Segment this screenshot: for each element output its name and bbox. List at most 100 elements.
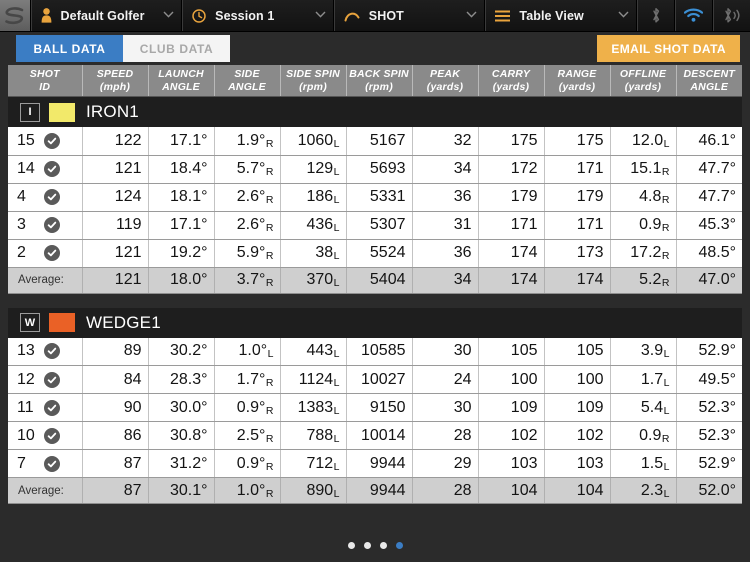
column-header-5[interactable]: BACK SPIN (rpm) bbox=[346, 65, 413, 97]
shot-id-cell[interactable]: 4 bbox=[8, 183, 83, 212]
club-badge: I bbox=[20, 102, 40, 122]
table-row[interactable]: 3 119 17.1° 2.6°R 436L 5307 31 171 171 0.9R 45.3° bbox=[8, 211, 742, 240]
shot-selected-icon[interactable] bbox=[44, 161, 60, 177]
direction-suffix: R bbox=[265, 460, 274, 473]
page-dot-0[interactable] bbox=[347, 541, 355, 549]
page-dot-3[interactable] bbox=[395, 541, 403, 549]
clock-icon bbox=[192, 8, 206, 23]
chevron-down-icon[interactable] bbox=[610, 10, 629, 21]
shot-id-cell[interactable]: 3 bbox=[8, 211, 83, 240]
shot-id-cell[interactable]: 14 bbox=[8, 155, 83, 184]
shot-id-cell[interactable]: 13 bbox=[8, 337, 83, 366]
wifi-icon[interactable] bbox=[675, 0, 714, 31]
shot-id: 7 bbox=[17, 454, 26, 472]
shot-id-cell[interactable]: 11 bbox=[8, 393, 83, 422]
direction-suffix: L bbox=[663, 460, 670, 473]
direction-suffix: R bbox=[661, 432, 670, 445]
shot-selected-icon[interactable] bbox=[44, 189, 60, 205]
table-row[interactable]: 4 124 18.1° 2.6°R 186L 5331 36 179 179 4.8R 47.7° bbox=[8, 183, 742, 212]
chevron-down-icon[interactable] bbox=[458, 10, 477, 21]
header-line1: DESCENT bbox=[683, 68, 736, 80]
shot-table-container[interactable]: SHOT ID SPEED (mph) LAUNCH ANGLE SIDE ANGLE SIDE… bbox=[8, 65, 742, 528]
table-row[interactable]: 10 86 30.8° 2.5°R 788L 10014 28 102 102 0.9R 52.3° bbox=[8, 421, 742, 450]
column-header-3[interactable]: SIDE ANGLE bbox=[214, 65, 281, 97]
offline-cell: 4.8R bbox=[610, 183, 677, 212]
column-header-9[interactable]: OFFLINE (yards) bbox=[610, 65, 677, 97]
page-dot-1[interactable] bbox=[363, 541, 371, 549]
email-shot-data-button[interactable]: EMAIL SHOT DATA bbox=[597, 35, 740, 62]
launch-angle-cell: 18.1° bbox=[148, 183, 215, 212]
column-header-6[interactable]: PEAK (yards) bbox=[412, 65, 479, 97]
header-line2: (mph) bbox=[99, 80, 131, 93]
direction-suffix: L bbox=[333, 376, 340, 389]
shot-selected-icon[interactable] bbox=[44, 399, 60, 416]
peak-cell: 36 bbox=[412, 183, 479, 212]
column-header-8[interactable]: RANGE (yards) bbox=[544, 65, 611, 97]
shot-selected-icon[interactable] bbox=[44, 371, 60, 388]
column-header-10[interactable]: DESCENT ANGLE bbox=[676, 65, 742, 97]
table-row[interactable]: 13 89 30.2° 1.0°L 443L 10585 30 105 105 3.9L 52.9° bbox=[8, 337, 742, 366]
shot-selected-icon[interactable] bbox=[44, 455, 60, 472]
direction-suffix: R bbox=[265, 250, 274, 262]
shot-selected-icon[interactable] bbox=[44, 343, 60, 360]
shot-id-cell[interactable]: 2 bbox=[8, 239, 83, 268]
page-indicator[interactable] bbox=[347, 541, 403, 549]
shot-id: 14 bbox=[17, 160, 35, 177]
table-row[interactable]: 15 122 17.1° 1.9°R 1060L 5167 32 175 175 12.0L 46.… bbox=[8, 127, 742, 156]
view-selector[interactable]: Table View bbox=[485, 0, 638, 31]
shot-id-cell[interactable]: 7 bbox=[8, 449, 83, 478]
tab-ball-data[interactable]: BALL DATA bbox=[16, 35, 123, 62]
table-row[interactable]: 14 121 18.4° 5.7°R 129L 5693 34 172 171 15.1R 47.7… bbox=[8, 155, 742, 184]
app-logo[interactable] bbox=[0, 0, 31, 31]
column-header-0[interactable]: SHOT ID bbox=[8, 65, 83, 97]
chevron-down-icon[interactable] bbox=[307, 10, 326, 21]
column-header-4[interactable]: SIDE SPIN (rpm) bbox=[280, 65, 347, 97]
side-angle-cell: 2.5°R bbox=[214, 421, 281, 450]
direction-suffix: L bbox=[333, 348, 340, 361]
club-group-header[interactable]: W WEDGE1 bbox=[8, 307, 742, 338]
chevron-down-icon[interactable] bbox=[155, 10, 174, 21]
shot-id-cell[interactable]: 15 bbox=[8, 127, 83, 156]
shot-id-cell[interactable]: 10 bbox=[8, 421, 83, 450]
direction-suffix: L bbox=[267, 348, 274, 361]
column-header-7[interactable]: CARRY (yards) bbox=[478, 65, 545, 97]
bluetooth-icon[interactable] bbox=[637, 0, 676, 31]
ball-speed-cell: 87 bbox=[82, 449, 149, 478]
session-selector[interactable]: Session 1 bbox=[182, 0, 334, 31]
bluetooth-signal-icon[interactable] bbox=[713, 0, 750, 31]
column-header-2[interactable]: LAUNCH ANGLE bbox=[148, 65, 215, 97]
golfer-selector[interactable]: Default Golfer bbox=[31, 0, 183, 31]
shot-selected-icon[interactable] bbox=[44, 245, 60, 261]
direction-suffix: R bbox=[661, 222, 670, 234]
shot-selector[interactable]: SHOT bbox=[334, 0, 486, 31]
shot-selected-icon[interactable] bbox=[44, 217, 60, 233]
shot-id: 2 bbox=[17, 244, 26, 261]
side-spin-cell: 1124L bbox=[280, 365, 347, 394]
shot-id-cell[interactable]: 12 bbox=[8, 365, 83, 394]
avg-range: 174 bbox=[544, 267, 611, 294]
direction-suffix: L bbox=[333, 460, 340, 473]
club-color-swatch bbox=[49, 313, 75, 332]
avg-carry: 104 bbox=[478, 477, 545, 504]
table-row[interactable]: 12 84 28.3° 1.7°R 1124L 10027 24 100 100 1.7L 49.5… bbox=[8, 365, 742, 394]
shot-selected-icon[interactable] bbox=[44, 427, 60, 444]
offline-cell: 1.7L bbox=[610, 365, 677, 394]
table-row[interactable]: 2 121 19.2° 5.9°R 38L 5524 36 174 173 17.2R 48.5° bbox=[8, 239, 742, 268]
back-spin-cell: 5307 bbox=[346, 211, 413, 240]
column-header-1[interactable]: SPEED (mph) bbox=[82, 65, 149, 97]
direction-suffix: L bbox=[333, 250, 340, 262]
ball-speed-cell: 122 bbox=[82, 127, 149, 156]
range-cell: 175 bbox=[544, 127, 611, 156]
table-row[interactable]: 11 90 30.0° 0.9°R 1383L 9150 30 109 109 5.4L 52.3° bbox=[8, 393, 742, 422]
page-dot-2[interactable] bbox=[379, 541, 387, 549]
tab-club-data[interactable]: CLUB DATA bbox=[123, 35, 230, 62]
table-row[interactable]: 7 87 31.2° 0.9°R 712L 9944 29 103 103 1.5L 52.9° bbox=[8, 449, 742, 478]
peak-cell: 24 bbox=[412, 365, 479, 394]
shot-id: 11 bbox=[17, 398, 34, 416]
club-group-header[interactable]: I IRON1 bbox=[8, 96, 742, 127]
side-spin-cell: 436L bbox=[280, 211, 347, 240]
range-cell: 109 bbox=[544, 393, 611, 422]
shot-selected-icon[interactable] bbox=[44, 132, 60, 149]
side-spin-cell: 712L bbox=[280, 449, 347, 478]
side-angle-cell: 1.7°R bbox=[214, 365, 281, 394]
